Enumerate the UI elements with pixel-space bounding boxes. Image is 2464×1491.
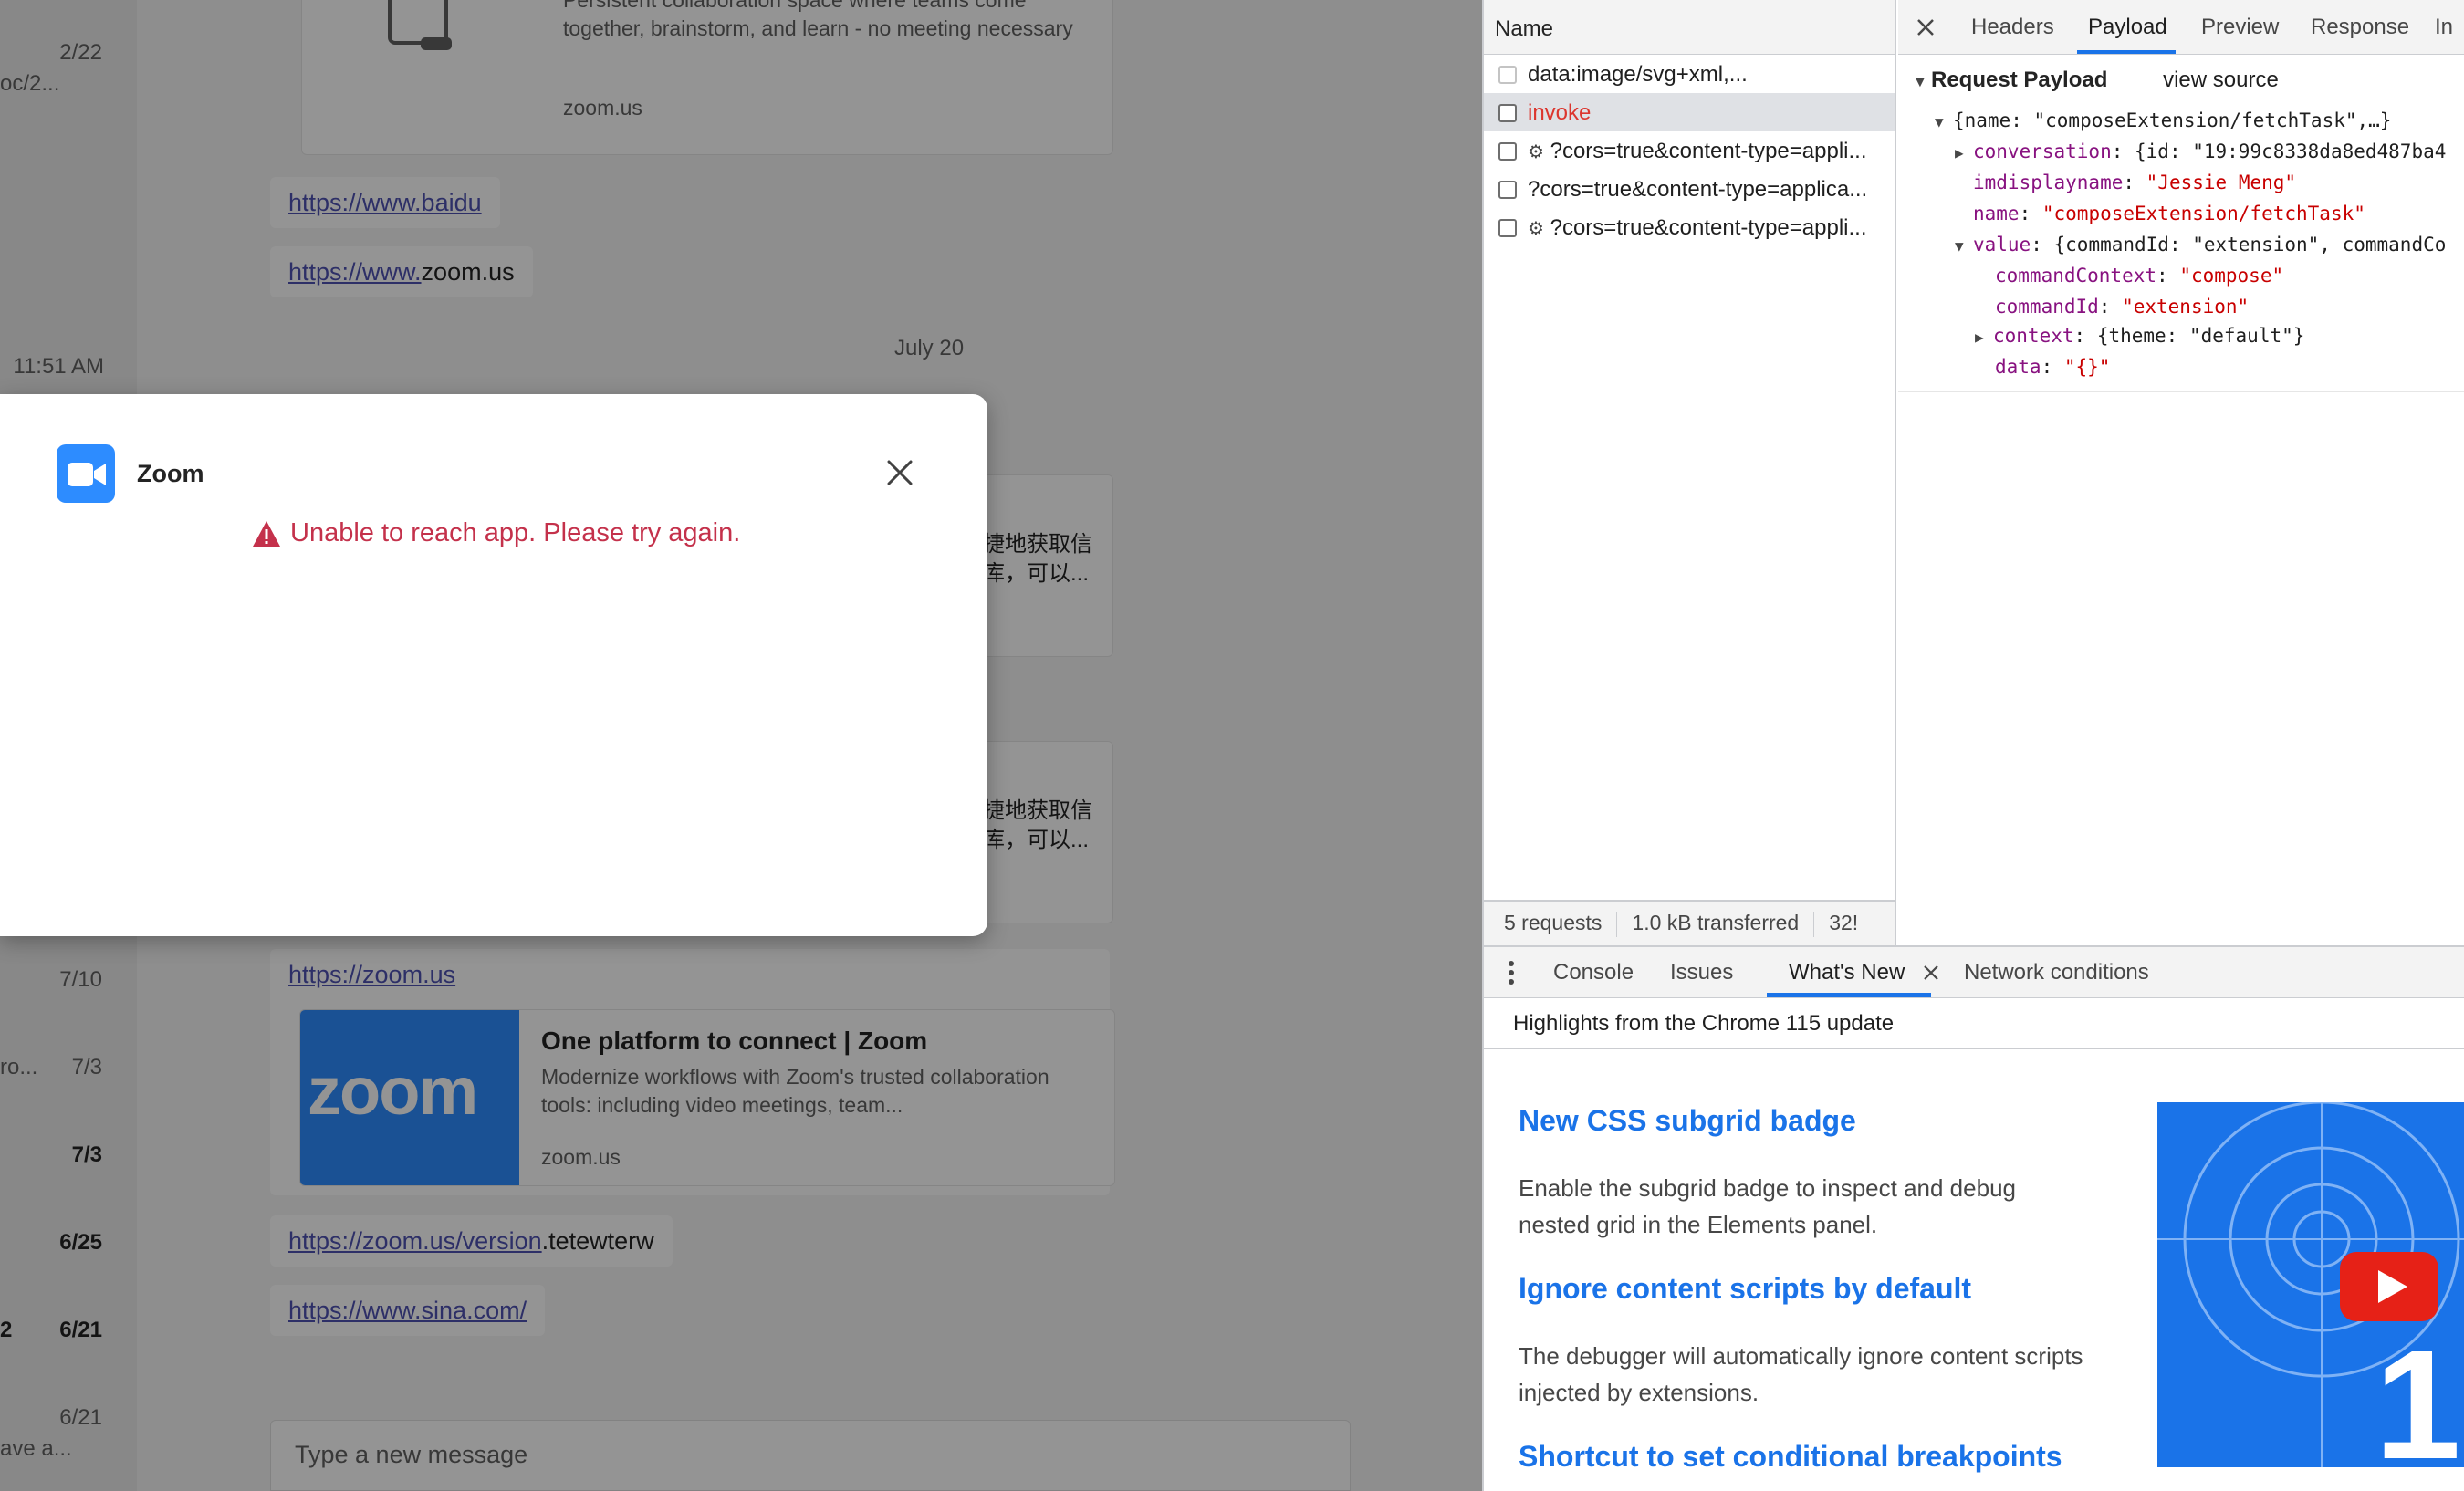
devtools-drawer: Console Issues What's New Network condit… [1484,945,2464,1491]
whats-new-title[interactable]: Ignore content scripts by default [1519,1272,1971,1306]
whats-new-title[interactable]: New CSS subgrid badge [1519,1104,1856,1138]
request-name: ?cors=true&content-type=applica... [1528,177,1868,202]
drawer-tab-bar: Console Issues What's New Network condit… [1484,947,2464,998]
payload-data: data: "{}" [1995,356,2111,378]
payload-key: name [1973,203,2020,224]
payload-key: commandContext [1995,265,2157,287]
payload-value: {id: "19:99c8338da8ed487ba4 [2135,141,2447,162]
transferred-size: 1.0 kB transferred [1632,911,1800,934]
triangle-right-icon: ▶ [1955,144,1964,162]
request-name: ?cors=true&content-type=appli... [1550,139,1867,163]
request-name: ?cors=true&content-type=appli... [1550,215,1867,240]
tab-whats-new[interactable]: What's New [1789,960,1905,985]
row-checkbox[interactable] [1498,142,1517,161]
gear-icon: ⚙ [1528,142,1544,162]
payload-key: imdisplayname [1973,172,2124,193]
request-name: data:image/svg+xml,... [1528,62,1748,87]
network-row[interactable]: ⚙ ?cors=true&content-type=appli... [1484,208,1895,246]
payload-value: "Jessie Meng" [2146,172,2297,193]
whats-new-body: The debugger will automatically ignore c… [1519,1342,2083,1406]
zoom-logo-icon [57,444,115,503]
row-checkbox[interactable] [1498,181,1517,199]
payload-conversation[interactable]: ▶ conversation: {id: "19:99c8338da8ed487b… [1955,141,2446,162]
view-source-link[interactable]: view source [2163,68,2279,92]
name-column-header[interactable]: Name [1484,0,1895,55]
triangle-down-icon: ▼ [1935,113,1944,130]
payload-value-object[interactable]: ▼ value: {commandId: "extension", command… [1955,234,2446,255]
divider [1898,391,2464,392]
payload-root[interactable]: ▼ {name: "composeExtension/fetchTask",…} [1935,109,2391,131]
warning-icon [253,520,280,547]
active-tab-indicator [1767,993,1931,997]
row-checkbox[interactable] [1498,219,1517,237]
close-icon[interactable] [882,454,918,491]
tab-headers[interactable]: Headers [1971,15,2054,40]
payload-context[interactable]: ▶ context: {theme: "default"} [1975,325,2304,347]
payload-key: context [1993,325,2074,347]
triangle-down-icon: ▼ [1955,237,1964,255]
payload-value: "compose" [2179,265,2284,287]
row-checkbox[interactable] [1498,104,1517,122]
request-detail-pane: Headers Payload Preview Response In ▼ Req… [1898,0,2464,945]
video-thumbnail[interactable]: 1 [2157,1102,2464,1467]
svg-text:1: 1 [2375,1319,2461,1467]
payload-value: "composeExtension/fetchTask" [2041,203,2365,224]
active-tab-indicator [2077,50,2176,54]
payload-imdisplayname: imdisplayname: "Jessie Meng" [1973,172,2297,193]
tab-preview[interactable]: Preview [2201,15,2279,40]
payload-value: {theme: "default"} [2096,325,2305,347]
payload-commandcontext: commandContext: "compose" [1995,265,2284,287]
payload-key: conversation [1973,141,2112,162]
youtube-play-icon[interactable] [2340,1252,2438,1321]
payload-name: name: "composeExtension/fetchTask" [1973,203,2365,224]
tab-console[interactable]: Console [1553,960,1634,985]
network-row[interactable]: ⚙ ?cors=true&content-type=appli... [1484,131,1895,170]
detail-tab-bar: Headers Payload Preview Response In [1898,0,2464,55]
error-text: Unable to reach app. Please try again. [290,518,741,547]
triangle-down-icon: ▼ [1913,75,1927,90]
network-row-selected[interactable]: invoke [1484,93,1895,131]
network-summary-bar: 5 requests 1.0 kB transferred 32! [1484,900,1895,945]
tab-initiator[interactable]: In [2435,15,2453,40]
payload-key: value [1973,234,2031,255]
close-icon[interactable] [1915,16,1937,38]
row-checkbox[interactable] [1498,66,1517,84]
network-request-list: Name data:image/svg+xml,... invoke ⚙ ?co… [1484,0,1896,945]
payload-value: {commandId: "extension", commandCo [2053,234,2447,255]
payload-key: data [1995,356,2041,378]
payload-root-summary: {name: "composeExtension/fetchTask",…} [1953,109,2392,131]
whats-new-title[interactable]: Shortcut to set conditional breakpoints [1519,1440,2062,1474]
payload-value: "extension" [2122,296,2250,318]
payload-section-title: Request Payload [1931,68,2108,92]
payload-value: "{}" [2063,356,2111,378]
tab-issues[interactable]: Issues [1670,960,1733,985]
network-row[interactable]: ?cors=true&content-type=applica... [1484,170,1895,208]
more-options-icon[interactable] [1508,960,1515,985]
close-icon[interactable] [1922,964,1940,982]
tab-response[interactable]: Response [2311,15,2409,40]
highlights-header: Highlights from the Chrome 115 update [1484,998,2464,1049]
error-message: Unable to reach app. Please try again. [252,518,740,548]
payload-section-header[interactable]: ▼ Request Payload view source [1913,68,2279,93]
devtools-panel: Name data:image/svg+xml,... invoke ⚙ ?co… [1482,0,2464,1491]
triangle-right-icon: ▶ [1975,328,1984,346]
payload-key: commandId [1995,296,2099,318]
app-dialog: Zoom Unable to reach app. Please try aga… [0,394,987,936]
resources-size: 32! [1829,911,1859,934]
network-row[interactable]: data:image/svg+xml,... [1484,55,1895,93]
request-name: invoke [1528,100,1592,125]
request-count: 5 requests [1504,911,1603,934]
gear-icon: ⚙ [1528,219,1544,239]
chat-app: 2/22 oc/2... 11:51 AM 7/10 ro... 7/3 7/3… [0,0,1482,1491]
whats-new-body: Enable the subgrid badge to inspect and … [1519,1174,2016,1238]
dialog-title: Zoom [137,460,204,487]
payload-commandid: commandId: "extension" [1995,296,2250,318]
tab-payload[interactable]: Payload [2088,15,2167,40]
tab-network-conditions[interactable]: Network conditions [1964,960,2149,985]
